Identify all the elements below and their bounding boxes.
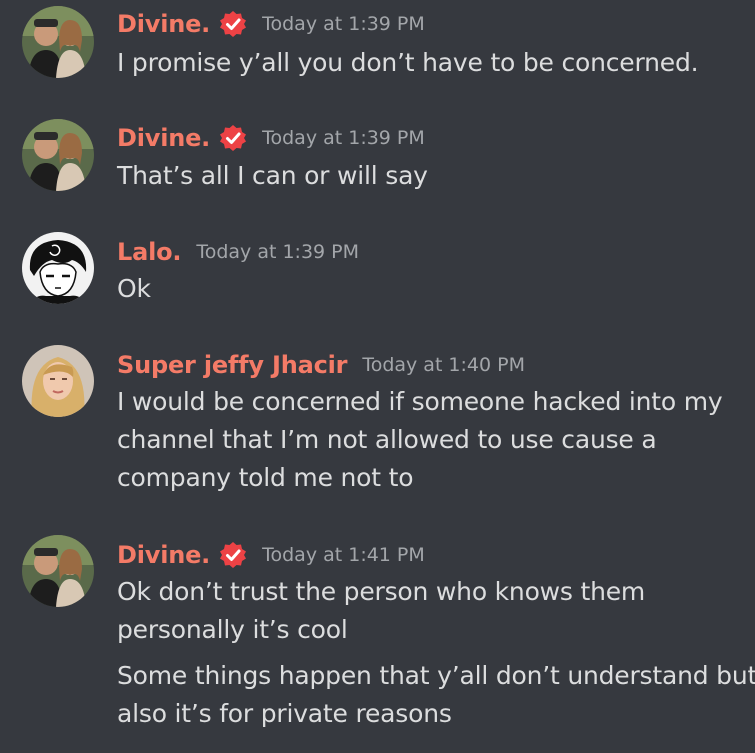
author-name[interactable]: Lalo. (117, 238, 182, 266)
author-name[interactable]: Divine. (117, 124, 210, 152)
message-text: That’s all I can or will say (117, 161, 428, 190)
couple-avatar-icon[interactable] (22, 535, 94, 607)
couple-avatar-icon[interactable] (22, 6, 94, 78)
blonde-avatar-icon[interactable] (22, 345, 94, 417)
verified-badge-icon (219, 124, 247, 152)
author-name[interactable]: Super jeffy Jhacir (117, 351, 348, 379)
message-header: Divine. Today at 1:39 PM (117, 120, 425, 156)
manga-avatar-icon[interactable] (22, 232, 94, 304)
message-text: also it’s for private reasons (117, 699, 452, 728)
message-header: Divine. Today at 1:41 PM (117, 537, 425, 573)
author-name[interactable]: Divine. (117, 541, 210, 569)
message-text: Ok don’t trust the person who knows them (117, 577, 646, 606)
message-text: Some things happen that y’all don’t unde… (117, 661, 755, 690)
timestamp: Today at 1:39 PM (196, 241, 360, 263)
message-header: Divine. Today at 1:39 PM (117, 6, 425, 42)
message-text: I promise y’all you don’t have to be con… (117, 48, 699, 77)
timestamp: Today at 1:40 PM (362, 354, 525, 376)
message-text: company told me not to (117, 463, 414, 492)
author-name[interactable]: Divine. (117, 10, 210, 38)
message-text: I would be concerned if someone hacked i… (117, 387, 723, 416)
message-text: Ok (117, 274, 151, 303)
message-text: personally it’s cool (117, 615, 348, 644)
message-text: channel that I’m not allowed to use caus… (117, 425, 657, 454)
message-header: Super jeffy Jhacir Today at 1:40 PM (117, 347, 525, 383)
verified-badge-icon (219, 541, 247, 569)
timestamp: Today at 1:39 PM (262, 127, 425, 149)
timestamp: Today at 1:41 PM (262, 544, 425, 566)
verified-badge-icon (219, 10, 247, 38)
message-header: Lalo. Today at 1:39 PM (117, 234, 359, 270)
timestamp: Today at 1:39 PM (262, 13, 425, 35)
couple-avatar-icon[interactable] (22, 119, 94, 191)
